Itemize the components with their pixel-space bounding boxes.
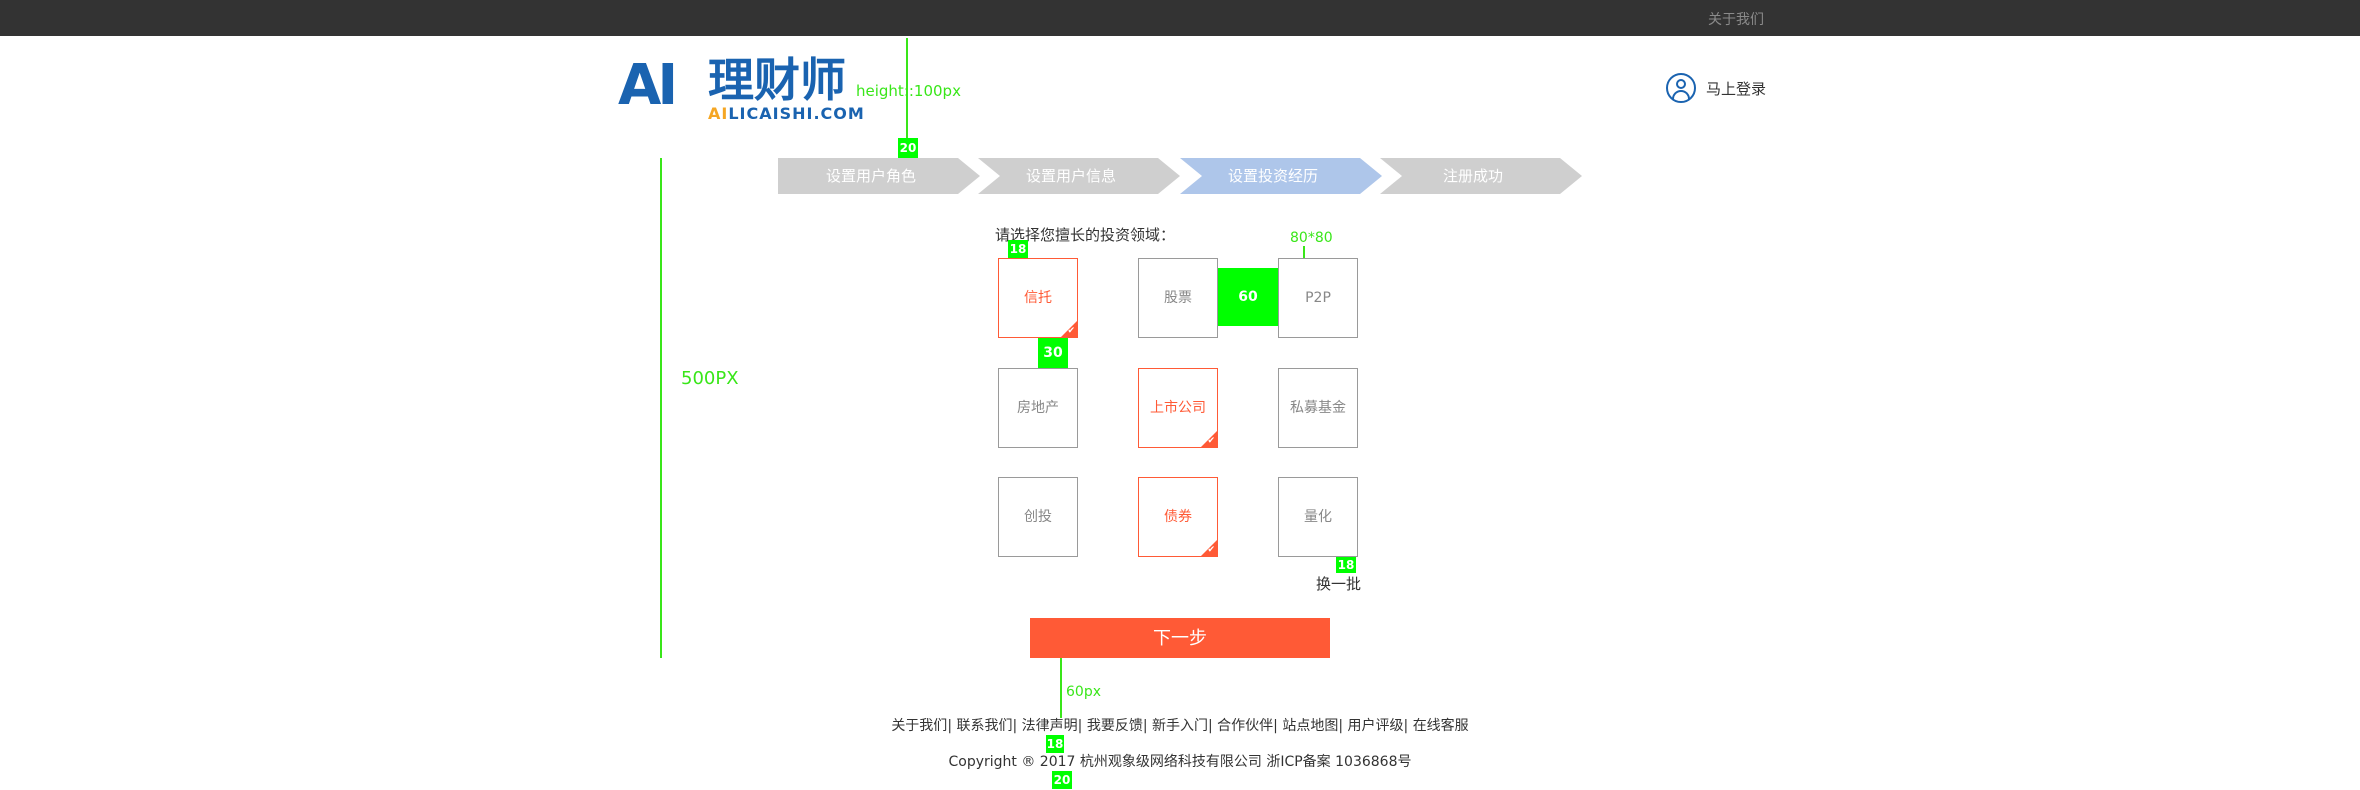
step-success: 注册成功 xyxy=(1380,158,1582,194)
annotation-bottom-gap: 20 xyxy=(1052,771,1072,789)
annotation-header-height: height::100px xyxy=(856,82,961,100)
step-set-info: 设置用户信息 xyxy=(978,158,1180,194)
annotation-content-height: 500PX xyxy=(681,368,739,389)
step-set-role: 设置用户角色 xyxy=(778,158,980,194)
tile-trust[interactable]: 信托 ✔ xyxy=(998,258,1078,338)
tile-p2p[interactable]: P2P✔ xyxy=(1278,258,1358,338)
logo-name: 理财师 xyxy=(708,53,846,107)
footer-link-contact[interactable]: 联系我们 xyxy=(956,718,1012,734)
footer-link-sitemap[interactable]: 站点地图 xyxy=(1282,718,1338,734)
annotation-refresh-gap: 18 xyxy=(1336,557,1356,573)
annotation-footer-gap: 60px xyxy=(1066,684,1101,700)
footer-link-support[interactable]: 在线客服 xyxy=(1413,718,1469,734)
tile-real-estate[interactable]: 房地产✔ xyxy=(998,368,1078,448)
tile-private-fund[interactable]: 私募基金✔ xyxy=(1278,368,1358,448)
logo-mark: AI xyxy=(618,53,678,118)
login-button[interactable]: 马上登录 xyxy=(1666,72,1766,104)
annotation-footer-line xyxy=(1060,658,1062,718)
login-label: 马上登录 xyxy=(1706,79,1767,98)
site-logo[interactable]: AI 理财师 AILICAISHI.COM xyxy=(618,52,864,123)
top-bar: 关于我们 xyxy=(0,0,2360,36)
tile-stock[interactable]: 股票✔ xyxy=(1138,258,1218,338)
annotation-tile-size: 80*80 xyxy=(1290,230,1333,246)
logo-domain: AILICAISHI.COM xyxy=(708,104,865,123)
next-step-button[interactable]: 下一步 xyxy=(1030,618,1330,658)
footer-link-about[interactable]: 关于我们 xyxy=(891,718,947,734)
footer-link-rating[interactable]: 用户评级 xyxy=(1348,718,1404,734)
check-icon: ✔ xyxy=(1207,545,1215,555)
annotation-gap-20: 20 xyxy=(898,138,918,158)
annotation-tile-vgap: 30 xyxy=(1038,338,1068,368)
footer-link-beginner[interactable]: 新手入门 xyxy=(1152,718,1208,734)
annotation-tile-size-line xyxy=(1303,246,1305,258)
footer-link-feedback[interactable]: 我要反馈 xyxy=(1087,718,1143,734)
footer-link-legal[interactable]: 法律声明 xyxy=(1022,718,1078,734)
tile-bond[interactable]: 债券 ✔ xyxy=(1138,477,1218,557)
footer-link-partners[interactable]: 合作伙伴 xyxy=(1217,718,1273,734)
tile-quant[interactable]: 量化✔ xyxy=(1278,477,1358,557)
annotation-content-line xyxy=(660,158,662,658)
progress-steps: 设置用户角色 设置用户信息 设置投资经历 注册成功 xyxy=(778,158,1588,194)
tile-venture[interactable]: 创投✔ xyxy=(998,477,1078,557)
about-us-link[interactable]: 关于我们 xyxy=(1708,9,1764,29)
check-icon: ✔ xyxy=(1207,436,1215,446)
tile-listed-company[interactable]: 上市公司 ✔ xyxy=(1138,368,1218,448)
check-icon: ✔ xyxy=(1067,326,1075,336)
annotation-tile-hgap: 60 xyxy=(1218,268,1278,326)
annotation-links-gap: 18 xyxy=(1046,735,1064,753)
footer-links: 关于我们| 联系我们| 法律声明| 我要反馈| 新手入门| 合作伙伴| 站点地图… xyxy=(891,718,1469,734)
refresh-link[interactable]: 换一批 xyxy=(1316,573,1361,594)
step-set-experience: 设置投资经历 xyxy=(1180,158,1382,194)
copyright: Copyright ® 2017 杭州观象级网络科技有限公司 浙ICP备案 10… xyxy=(948,754,1412,770)
user-circle-icon xyxy=(1666,73,1696,103)
annotation-prompt-gap: 18 xyxy=(1008,240,1028,258)
